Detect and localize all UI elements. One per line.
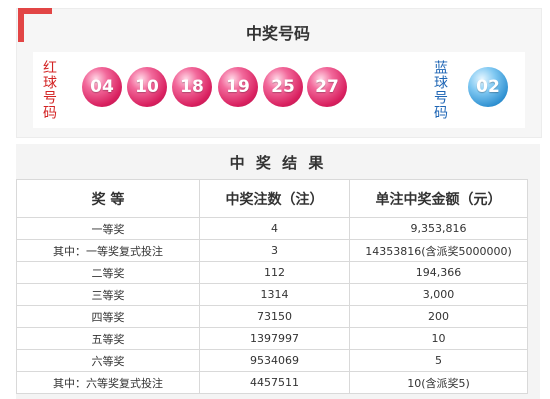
red-ball: 27 [307,67,347,107]
prize-amount: 14353816(含派奖5000000) [349,239,528,262]
blue-ball: 02 [468,67,508,107]
table-header-row: 奖 等 中奖注数（注） 单注中奖金额（元） [16,179,528,218]
table-row: 三等奖 1314 3,000 [16,283,528,306]
prize-amount: 9,353,816 [349,217,528,240]
winner-count: 1397997 [199,327,350,350]
winner-count: 1314 [199,283,350,306]
prize-level: 二等奖 [16,261,200,284]
prize-level: 三等奖 [16,283,200,306]
table-row: 六等奖 9534069 5 [16,349,528,372]
red-ball: 19 [218,67,258,107]
winner-count: 4 [199,217,350,240]
page-title: 中奖号码 [245,24,310,43]
winner-count: 73150 [199,305,350,328]
blue-ball-label: 蓝球号码 [432,60,448,120]
table-row: 四等奖 73150 200 [16,305,528,328]
red-ball-label: 红球号码 [41,60,57,120]
red-ball: 18 [172,67,212,107]
winner-count: 4457511 [199,371,350,394]
prize-level: 六等奖 [16,349,200,372]
prize-level: 一等奖 [16,217,200,240]
prize-level: 四等奖 [16,305,200,328]
prize-amount: 10 [349,327,528,350]
red-ball: 10 [127,67,167,107]
prize-amount: 200 [349,305,528,328]
winner-count: 9534069 [199,349,350,372]
table-row: 其中：六等奖复式投注 4457511 10(含派奖5) [16,371,528,394]
table-row: 一等奖 4 9,353,816 [16,217,528,240]
prize-amount: 5 [349,349,528,372]
prize-level: 其中：六等奖复式投注 [16,371,200,394]
winner-count: 112 [199,261,350,284]
red-ball: 25 [263,67,303,107]
prize-amount: 194,366 [349,261,528,284]
table-row: 五等奖 1397997 10 [16,327,528,350]
table-row: 二等奖 112 194,366 [16,261,528,284]
col-header-prize-level: 奖 等 [16,179,200,218]
prize-level: 其中：一等奖复式投注 [16,239,200,262]
results-table: 奖 等 中奖注数（注） 单注中奖金额（元） 一等奖 4 9,353,816 其中… [16,179,528,394]
col-header-prize-amount: 单注中奖金额（元） [349,179,528,218]
winner-count: 3 [199,239,350,262]
prize-amount: 10(含派奖5) [349,371,528,394]
col-header-winner-count: 中奖注数（注） [199,179,350,218]
red-ball: 04 [82,67,122,107]
prize-amount: 3,000 [349,283,528,306]
results-title: 中 奖 结 果 [229,154,327,172]
table-row: 其中：一等奖复式投注 3 14353816(含派奖5000000) [16,239,528,262]
prize-level: 五等奖 [16,327,200,350]
